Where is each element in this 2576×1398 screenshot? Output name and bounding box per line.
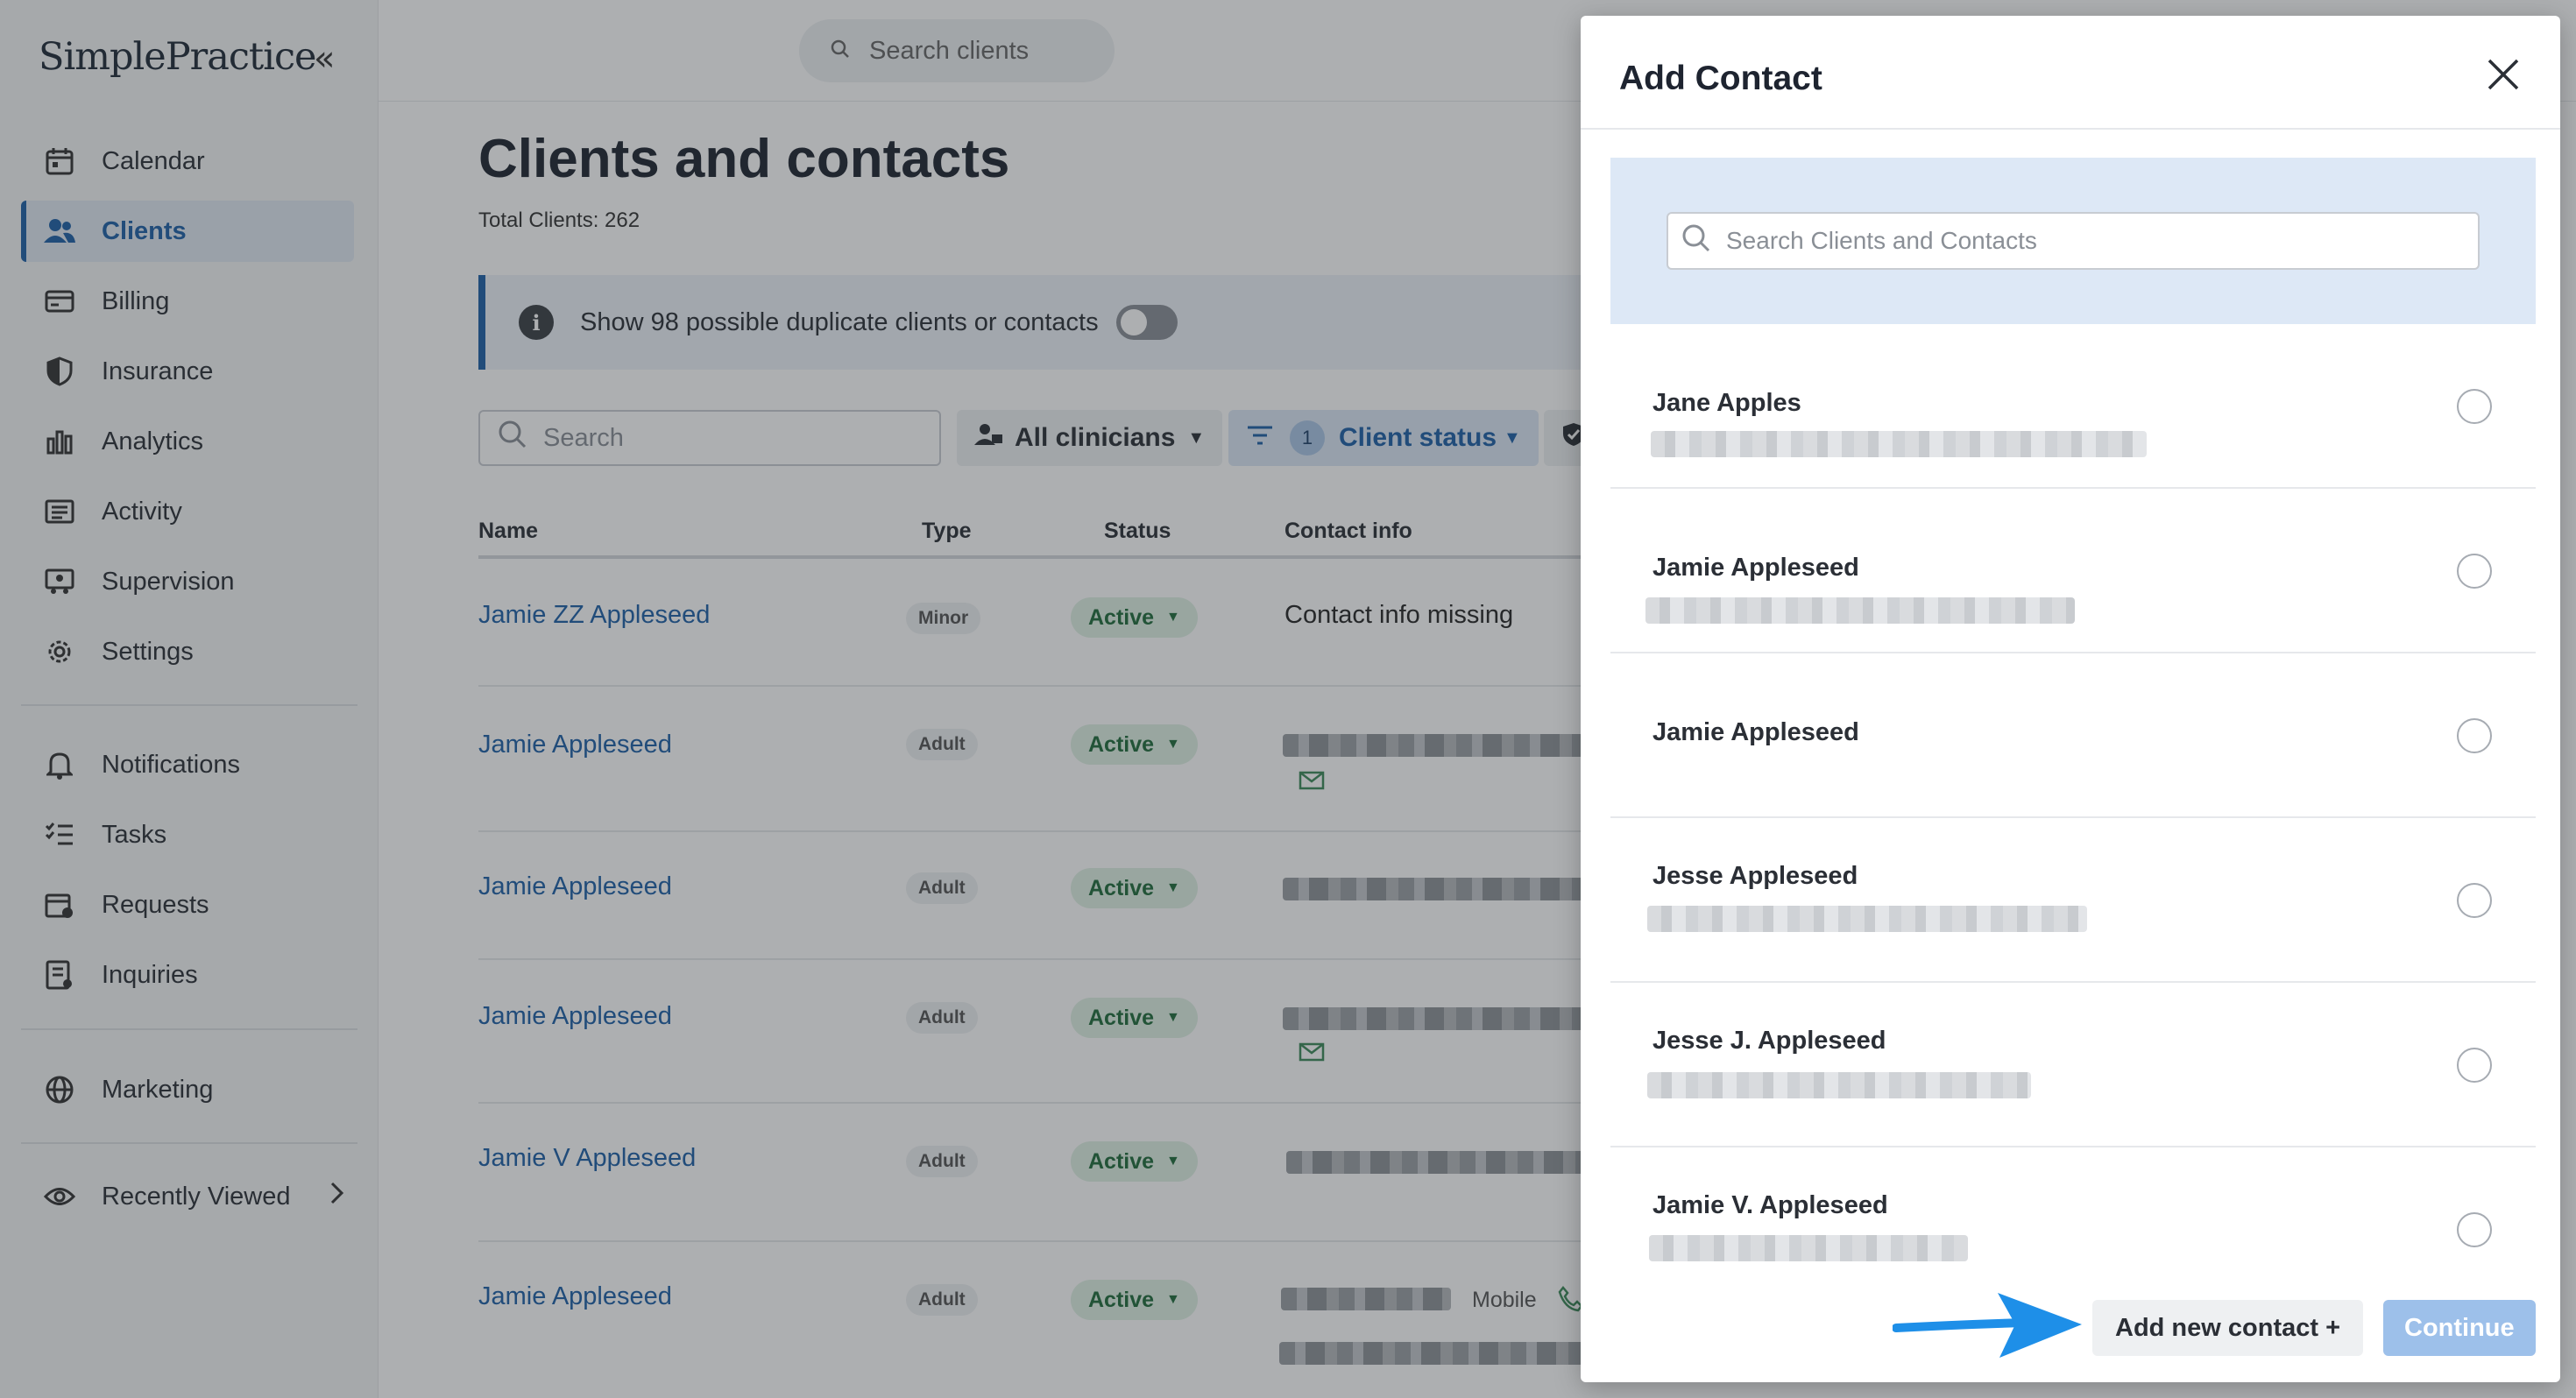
contact-name: Jesse Appleseed — [1652, 862, 1858, 890]
contact-radio[interactable] — [2457, 389, 2492, 424]
contact-list-item[interactable]: Jesse Appleseed — [1610, 818, 2536, 983]
search-icon — [1681, 222, 1726, 260]
add-new-contact-button[interactable]: Add new contact + — [2092, 1300, 2364, 1356]
search-placeholder: Search Clients and Contacts — [1726, 227, 2037, 254]
modal-title: Add Contact — [1619, 60, 1822, 97]
contact-name: Jamie Appleseed — [1652, 718, 1859, 746]
contact-name: Jesse J. Appleseed — [1652, 1027, 1886, 1055]
contact-radio[interactable] — [2457, 883, 2492, 918]
contact-radio[interactable] — [2457, 554, 2492, 589]
contact-search-input[interactable]: Search Clients and Contacts — [1667, 212, 2480, 270]
annotation-arrow-icon — [1892, 1288, 2085, 1366]
redacted-contact-detail — [1645, 597, 2075, 624]
contact-list-item[interactable]: Jamie V. Appleseed — [1610, 1147, 2536, 1302]
contact-list-item[interactable]: Jamie Appleseed — [1610, 489, 2536, 653]
close-icon — [2486, 57, 2521, 96]
contact-list-item[interactable]: Jesse J. Appleseed — [1610, 983, 2536, 1147]
modal-search-panel: Search Clients and Contacts — [1610, 158, 2536, 324]
contact-name: Jane Apples — [1652, 389, 1801, 417]
redacted-contact-detail — [1649, 1235, 1968, 1261]
redacted-contact-detail — [1651, 431, 2147, 457]
modal-header-divider — [1581, 128, 2560, 130]
continue-button[interactable]: Continue — [2383, 1300, 2536, 1356]
contact-radio[interactable] — [2457, 718, 2492, 753]
contact-radio[interactable] — [2457, 1212, 2492, 1247]
contact-list-item[interactable]: Jamie Appleseed — [1610, 653, 2536, 818]
contact-list-item[interactable]: Jane Apples — [1610, 324, 2536, 489]
redacted-contact-detail — [1647, 906, 2087, 932]
redacted-contact-detail — [1647, 1072, 2031, 1098]
contact-name: Jamie V. Appleseed — [1652, 1191, 1888, 1219]
add-contact-modal: Add Contact Search Clients and Contacts … — [1581, 16, 2560, 1382]
contact-name: Jamie Appleseed — [1652, 554, 1859, 582]
close-button[interactable] — [2478, 51, 2529, 102]
contact-radio[interactable] — [2457, 1048, 2492, 1083]
